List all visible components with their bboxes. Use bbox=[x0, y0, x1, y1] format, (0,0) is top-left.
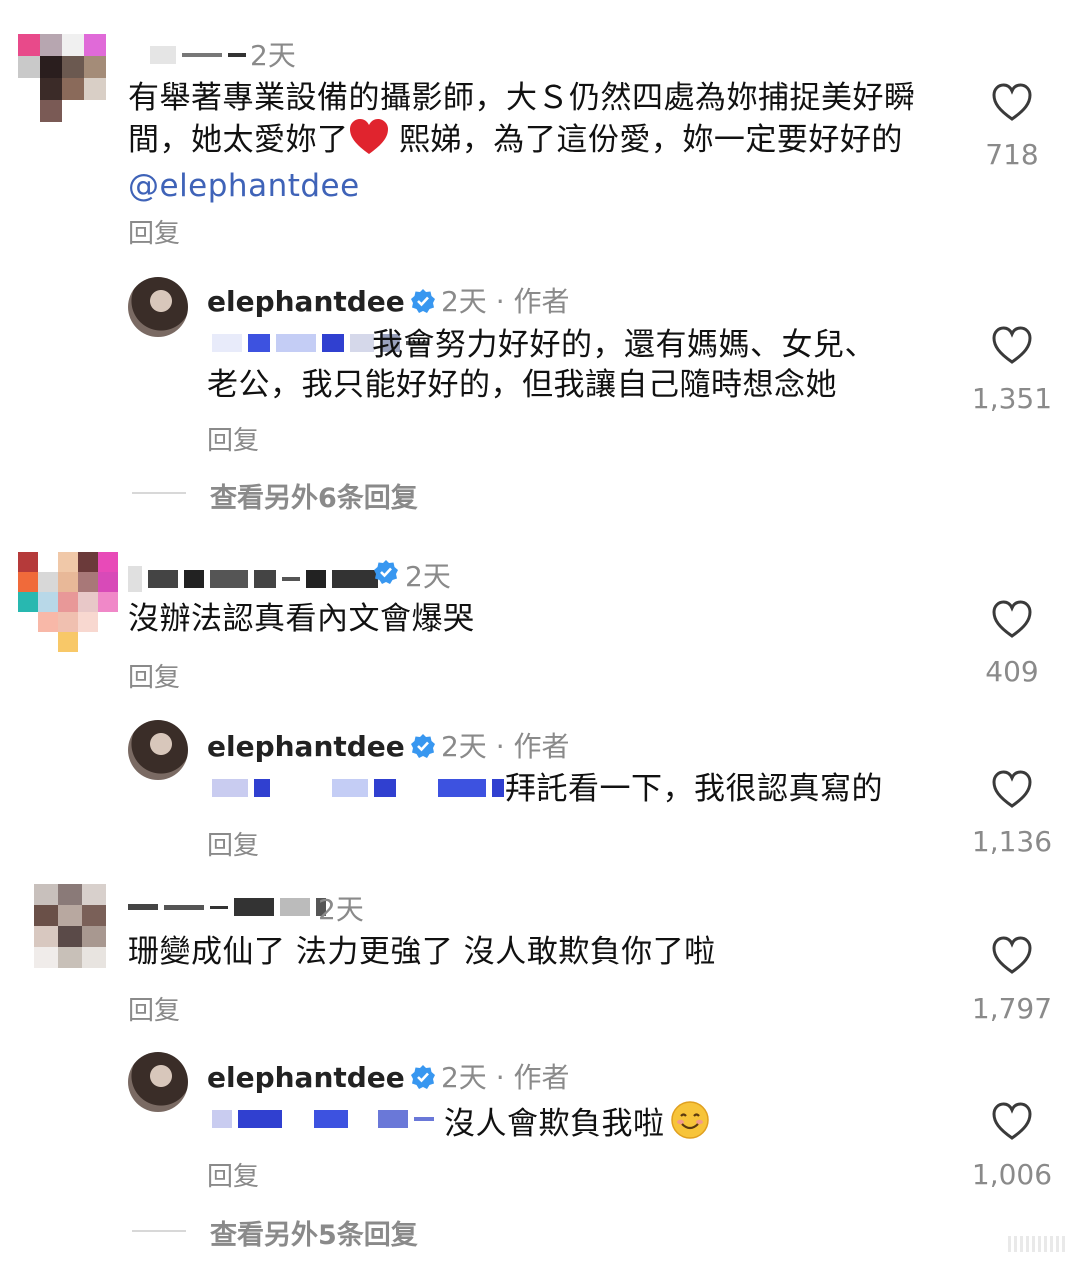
reply-username[interactable]: elephantdee bbox=[207, 730, 405, 763]
comment-timestamp: 2天 bbox=[405, 560, 451, 593]
reply-header: elephantdee 2天 · 作者 bbox=[207, 1056, 570, 1096]
heart-outline-icon[interactable] bbox=[991, 599, 1033, 639]
author-avatar[interactable] bbox=[128, 720, 188, 780]
commenter-avatar[interactable] bbox=[18, 552, 118, 652]
reply-meta: 2天 · 作者 bbox=[440, 285, 570, 318]
reply-text: 沒人會欺負我啦 bbox=[444, 1106, 665, 1142]
commenter-avatar[interactable] bbox=[18, 34, 106, 122]
reply-username[interactable]: elephantdee bbox=[207, 1061, 405, 1094]
view-more-replies-button[interactable]: 查看另外5条回复 bbox=[210, 1213, 418, 1252]
like-count: 718 bbox=[985, 138, 1039, 171]
reply-meta: 2天 · 作者 bbox=[440, 730, 570, 763]
like-count: 1,006 bbox=[971, 1158, 1053, 1191]
divider-line bbox=[132, 492, 186, 494]
comment-body-continued: 熙娣，為了這份愛，妳一定要好好的 bbox=[388, 122, 903, 158]
author-avatar[interactable] bbox=[128, 1052, 188, 1112]
divider-line bbox=[132, 1230, 186, 1232]
mention-redacted bbox=[212, 1110, 434, 1128]
verified-badge-icon bbox=[410, 289, 435, 313]
reply-button[interactable]: 回复 bbox=[207, 825, 259, 862]
heart-outline-icon[interactable] bbox=[991, 1101, 1033, 1141]
reply-button[interactable]: 回复 bbox=[207, 420, 259, 457]
comment-timestamp: 2天 bbox=[250, 39, 296, 72]
comment-text: 珊變成仙了 法力更強了 沒人敢欺負你了啦 bbox=[128, 934, 716, 970]
reply-text: 拜託看一下，我很認真寫的 bbox=[505, 771, 883, 807]
reply-header: elephantdee 2天 · 作者 bbox=[207, 725, 570, 765]
commenter-username-redacted[interactable] bbox=[150, 46, 246, 64]
reply-text-container: 沒人會欺負我啦 bbox=[444, 1100, 710, 1144]
verified-badge-icon bbox=[410, 1065, 435, 1089]
like-count: 1,797 bbox=[971, 992, 1053, 1025]
like-count: 1,136 bbox=[971, 825, 1053, 858]
heart-outline-icon[interactable] bbox=[991, 82, 1033, 122]
reply-button[interactable]: 回复 bbox=[207, 1156, 259, 1193]
comment-text: 有舉著專業設備的攝影師，大Ｓ仍然四處為妳捕捉美好瞬間，她太愛妳了 熙娣，為了這份… bbox=[128, 78, 958, 206]
reply-button[interactable]: 回复 bbox=[128, 990, 180, 1027]
like-count: 1,351 bbox=[971, 382, 1053, 415]
comments-page: { "comments": [ { "timestamp": "2天", "te… bbox=[0, 0, 1080, 1266]
commenter-username-redacted[interactable] bbox=[128, 566, 378, 592]
author-avatar[interactable] bbox=[128, 277, 188, 337]
reply-header: elephantdee 2天 · 作者 bbox=[207, 280, 570, 320]
mention-link[interactable]: @elephantdee bbox=[128, 168, 360, 204]
verified-badge-icon bbox=[410, 734, 435, 758]
red-heart-emoji bbox=[349, 118, 389, 166]
like-count: 409 bbox=[985, 655, 1039, 688]
reply-text: 我會努力好好的，還有媽媽、女兒、老公，我只能好好的，但我讓自己隨時想念她 bbox=[207, 327, 876, 403]
watermark bbox=[1008, 1236, 1068, 1252]
commenter-username-redacted[interactable] bbox=[128, 898, 326, 916]
heart-outline-icon[interactable] bbox=[991, 325, 1033, 365]
comment-timestamp: 2天 bbox=[318, 893, 364, 926]
reply-button[interactable]: 回复 bbox=[128, 213, 180, 250]
reply-username[interactable]: elephantdee bbox=[207, 285, 405, 318]
heart-outline-icon[interactable] bbox=[991, 935, 1033, 975]
reply-meta: 2天 · 作者 bbox=[440, 1061, 570, 1094]
comment-text: 沒辦法認真看內文會爆哭 bbox=[128, 601, 475, 637]
commenter-avatar[interactable] bbox=[34, 884, 106, 968]
verified-badge-icon bbox=[374, 560, 398, 584]
heart-outline-icon[interactable] bbox=[991, 769, 1033, 809]
reply-button[interactable]: 回复 bbox=[128, 657, 180, 694]
smiling-face-emoji bbox=[670, 1100, 710, 1144]
view-more-replies-button[interactable]: 查看另外6条回复 bbox=[210, 476, 418, 515]
mention-redacted bbox=[212, 779, 504, 797]
